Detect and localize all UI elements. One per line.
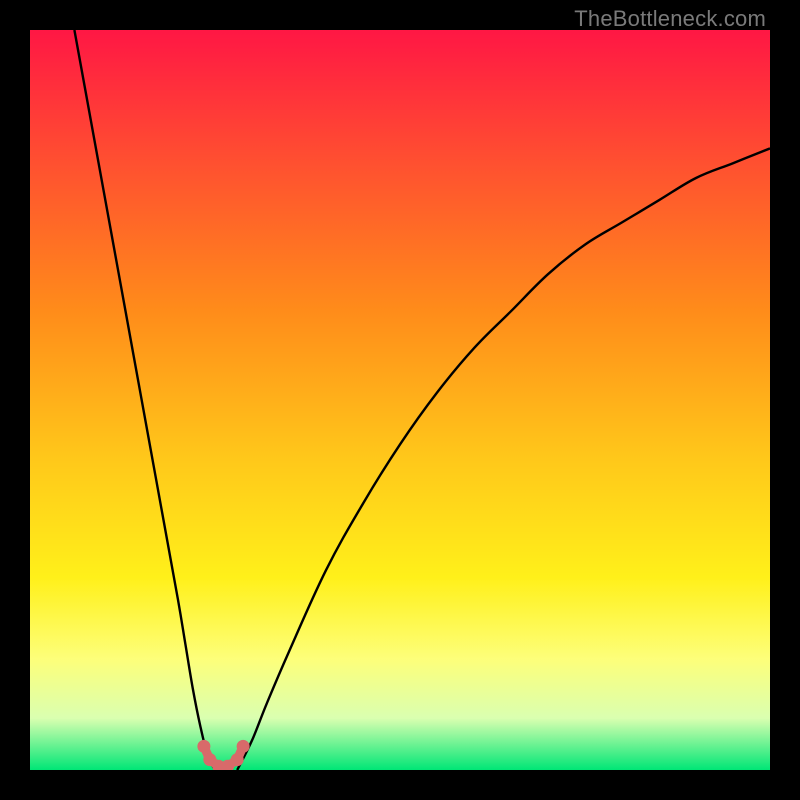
optimum-markers: [197, 740, 249, 770]
optimum-point: [231, 753, 244, 766]
chart-frame: TheBottleneck.com: [0, 0, 800, 800]
curve-left-branch: [74, 30, 215, 770]
curve-right-branch: [237, 148, 770, 770]
optimum-point: [237, 740, 250, 753]
optimum-point: [197, 740, 210, 753]
bottleneck-curve: [30, 30, 770, 770]
watermark-text: TheBottleneck.com: [574, 6, 766, 32]
plot-area: [30, 30, 770, 770]
